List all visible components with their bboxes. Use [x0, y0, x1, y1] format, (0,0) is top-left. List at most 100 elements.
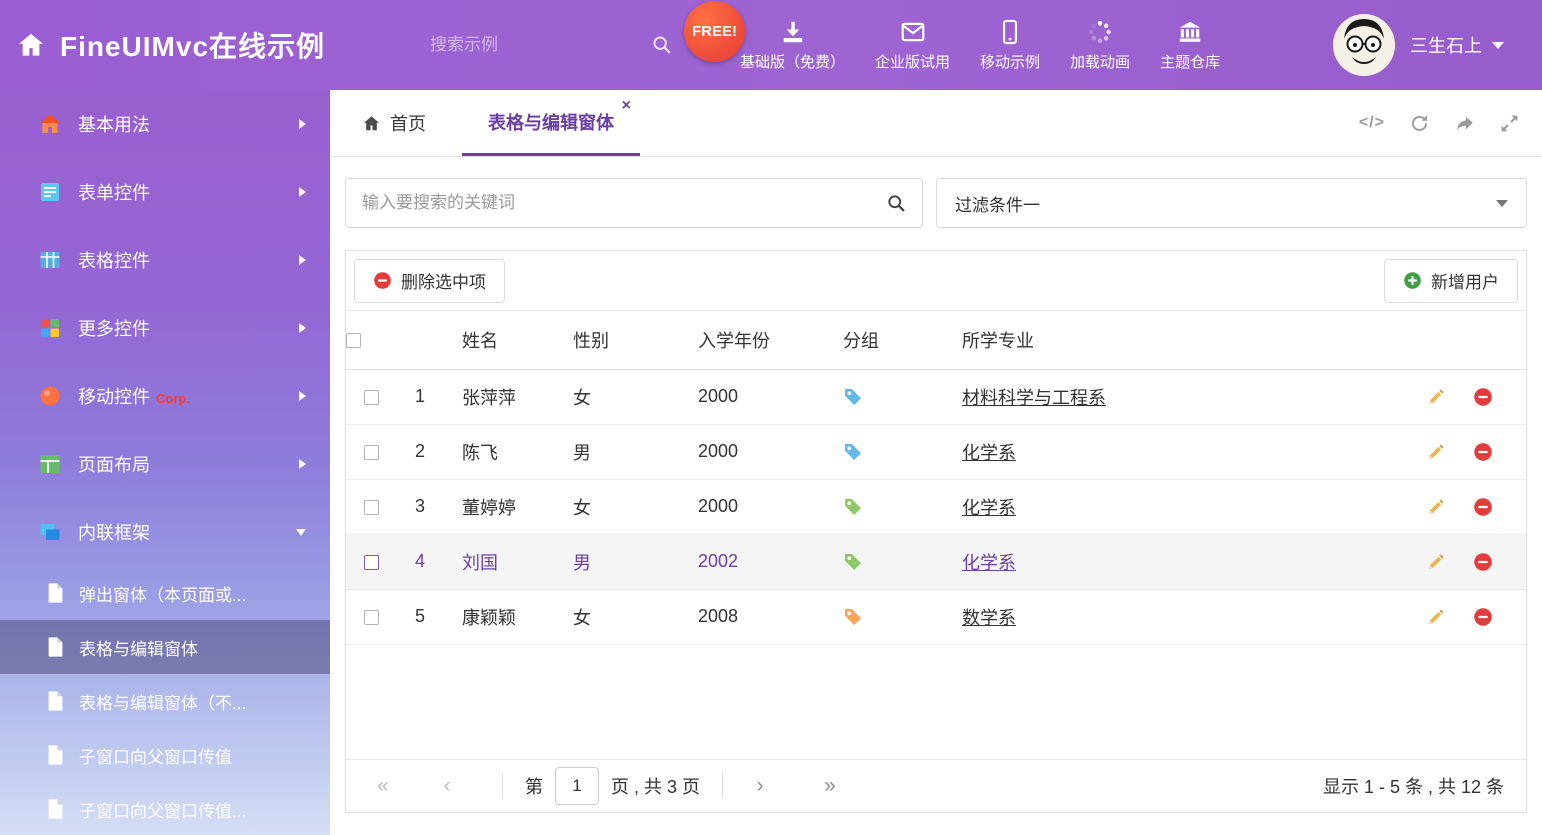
delete-selected-button[interactable]: 删除选中项 — [354, 259, 505, 303]
cell-year: 2000 — [684, 479, 829, 534]
grid-panel: 删除选中项 新增用户 姓名 性别 — [345, 250, 1527, 813]
row-checkbox[interactable] — [364, 445, 379, 460]
sidebar-item-more-controls[interactable]: 更多控件 — [0, 294, 330, 362]
nav-item-mobile-demo[interactable]: 移动示例 — [965, 19, 1055, 72]
tab-label: 表格与编辑窗体 — [488, 109, 614, 135]
tab-label: 首页 — [390, 110, 426, 136]
row-checkbox[interactable] — [364, 610, 379, 625]
edit-icon[interactable] — [1426, 496, 1446, 517]
sidebar-subitem-child-to-parent[interactable]: 子窗口向父窗口传值 — [0, 728, 330, 782]
edit-icon[interactable] — [1426, 606, 1446, 627]
refresh-icon[interactable] — [1409, 113, 1430, 134]
sidebar-item-label: 移动控件 — [78, 383, 150, 409]
filter-selected-value: 过滤条件一 — [955, 191, 1040, 216]
major-link[interactable]: 数学系 — [962, 608, 1016, 628]
major-link[interactable]: 材料科学与工程系 — [962, 388, 1106, 408]
nav-item-theme-repo[interactable]: 主题仓库 — [1145, 19, 1235, 72]
first-page-button[interactable]: « — [368, 774, 398, 798]
brand[interactable]: FineUIMvc在线示例 — [16, 0, 325, 90]
select-all-checkbox[interactable] — [346, 333, 361, 348]
code-icon[interactable]: </> — [1359, 114, 1385, 132]
major-link[interactable]: 化学系 — [962, 498, 1016, 518]
sidebar-item-iframe[interactable]: 内联框架 — [0, 498, 330, 566]
row-checkbox[interactable] — [364, 555, 379, 570]
tab-close-icon[interactable]: × — [622, 98, 631, 114]
delete-row-icon[interactable] — [1473, 551, 1493, 572]
last-page-button[interactable]: » — [815, 774, 845, 798]
cell-year: 2002 — [684, 534, 829, 589]
prev-page-button[interactable]: ‹ — [432, 774, 462, 798]
delete-row-icon[interactable] — [1473, 386, 1493, 407]
free-badge: FREE! — [684, 1, 745, 62]
sidebar-subitem-child-to-parent-2[interactable]: 子窗口向父窗口传值... — [0, 782, 330, 835]
filter-dropdown[interactable]: 过滤条件一 — [936, 178, 1527, 228]
next-page-button[interactable]: › — [745, 774, 775, 798]
sidebar-item-basic-usage[interactable]: 基本用法 — [0, 90, 330, 158]
page-number-input[interactable] — [555, 767, 599, 805]
cell-gender: 女 — [559, 369, 684, 424]
nav-label: 移动示例 — [980, 51, 1040, 72]
sidebar-item-page-layout[interactable]: 页面布局 — [0, 430, 330, 498]
cell-name: 刘国 — [444, 534, 559, 589]
search-icon[interactable] — [870, 179, 922, 227]
nav-label: 主题仓库 — [1160, 51, 1220, 72]
search-icon[interactable] — [651, 34, 673, 56]
row-checkbox[interactable] — [364, 390, 379, 405]
user-avatar[interactable] — [1333, 14, 1395, 76]
share-icon[interactable] — [1454, 113, 1475, 134]
main-content: 首页 表格与编辑窗体 × </> 过滤条件一 — [330, 90, 1542, 835]
edit-icon[interactable] — [1426, 386, 1446, 407]
major-link[interactable]: 化学系 — [962, 553, 1016, 573]
row-checkbox[interactable] — [364, 500, 379, 515]
top-header: FineUIMvc在线示例 FREE! 基础版（免费） 企业版试用 移动示例 加… — [0, 0, 1542, 90]
delete-row-icon[interactable] — [1473, 496, 1493, 517]
table-search-input[interactable] — [346, 193, 870, 213]
cell-gender: 女 — [559, 589, 684, 644]
page-body: 过滤条件一 删除选中项 新增用户 — [330, 178, 1542, 813]
divider — [722, 773, 723, 799]
iframe-icon — [38, 520, 62, 544]
sidebar-item-form-controls[interactable]: 表单控件 — [0, 158, 330, 226]
sidebar-item-mobile-controls[interactable]: 移动控件Corp. — [0, 362, 330, 430]
table-row-selected[interactable]: 4 刘国 男 2002 化学系 — [346, 534, 1526, 589]
table-row[interactable]: 3 董婷婷 女 2000 化学系 — [346, 479, 1526, 534]
delete-row-icon[interactable] — [1473, 441, 1493, 462]
delete-row-icon[interactable] — [1473, 606, 1493, 627]
th-checkbox — [346, 311, 396, 369]
header-search-input[interactable] — [430, 35, 651, 55]
nav-item-enterprise-trial[interactable]: 企业版试用 — [860, 19, 965, 72]
major-link[interactable]: 化学系 — [962, 443, 1016, 463]
download-icon — [780, 19, 806, 45]
edit-icon[interactable] — [1426, 441, 1446, 462]
cell-name: 张萍萍 — [444, 369, 559, 424]
nav-item-loading-animation[interactable]: 加载动画 — [1055, 19, 1145, 72]
sidebar-item-label: 更多控件 — [78, 315, 150, 341]
button-label: 删除选中项 — [401, 268, 486, 293]
expand-icon[interactable] — [1499, 113, 1520, 134]
sidebar-subitem-grid-edit-window[interactable]: 表格与编辑窗体 — [0, 620, 330, 674]
nav-item-basic-edition[interactable]: 基础版（免费） — [725, 19, 860, 72]
tag-icon — [843, 386, 863, 406]
mobile-icon — [997, 19, 1023, 45]
button-label: 新增用户 — [1431, 268, 1499, 293]
table-row[interactable]: 1 张萍萍 女 2000 材料科学与工程系 — [346, 369, 1526, 424]
nav-label: 加载动画 — [1070, 51, 1130, 72]
row-index: 3 — [396, 479, 444, 534]
home-icon — [38, 112, 62, 136]
edit-icon[interactable] — [1426, 551, 1446, 572]
add-user-button[interactable]: 新增用户 — [1384, 259, 1518, 303]
tab-home[interactable]: 首页 — [344, 90, 444, 156]
table-row[interactable]: 5 康颖颖 女 2008 数学系 — [346, 589, 1526, 644]
tab-grid-edit-window[interactable]: 表格与编辑窗体 × — [462, 90, 640, 156]
form-icon — [38, 180, 62, 204]
file-icon — [46, 636, 65, 658]
th-name: 姓名 — [444, 311, 559, 369]
sidebar-subitem-grid-edit-window-2[interactable]: 表格与编辑窗体（不... — [0, 674, 330, 728]
sidebar-subitem-popup-window[interactable]: 弹出窗体（本页面或... — [0, 566, 330, 620]
sidebar-item-grid-controls[interactable]: 表格控件 — [0, 226, 330, 294]
user-menu[interactable]: 三生石上 — [1410, 0, 1504, 90]
app-title: FineUIMvc在线示例 — [60, 25, 325, 65]
filter-row: 过滤条件一 — [345, 178, 1527, 228]
pagination-bar: « ‹ 第 页 , 共 3 页 › » 显示 1 - 5 条 , 共 12 条 — [346, 759, 1526, 812]
table-row[interactable]: 2 陈飞 男 2000 化学系 — [346, 424, 1526, 479]
